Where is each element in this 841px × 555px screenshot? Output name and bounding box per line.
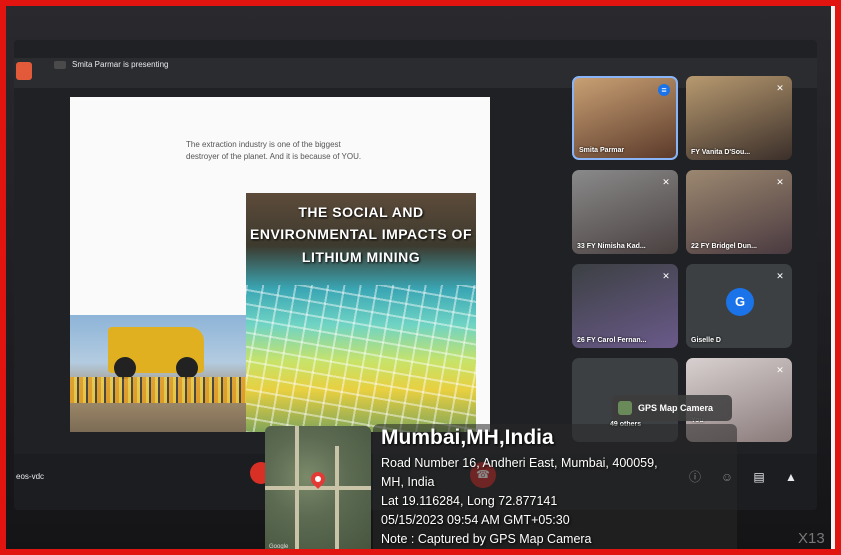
truck	[108, 327, 204, 379]
gps-camera-badge: GPS Map Camera	[612, 395, 732, 421]
mic-off-icon: ✕	[776, 365, 784, 375]
slide-text: The extraction industry is one of the bi…	[186, 140, 362, 161]
participant-name: FY Vanita D'Sou...	[691, 149, 751, 156]
participant-tile[interactable]: ✕ 33 FY Nimisha Kad...	[572, 170, 678, 254]
gps-overlay: Google Mumbai,MH,India Road Number 16, A…	[265, 424, 737, 555]
participant-tile[interactable]: ✕ 26 FY Carol Fernan...	[572, 264, 678, 348]
lithium-poster: THE SOCIAL AND ENVIRONMENTAL IMPACTS OF …	[246, 193, 476, 432]
gps-badge-text: GPS Map Camera	[638, 403, 714, 413]
screen-icon	[54, 60, 66, 69]
chat-icon[interactable]: ▤	[750, 468, 768, 486]
participant-name: 22 FY Bridgel Dun...	[691, 243, 757, 250]
datetime: 05/15/2023 09:54 AM GMT+05:30	[381, 513, 570, 527]
participant-tile[interactable]: ✕ G Giselle D	[686, 264, 792, 348]
speaking-icon: ≡	[658, 84, 670, 96]
presenting-text: Smita Parmar is presenting	[72, 60, 169, 69]
poster-title: THE SOCIAL AND ENVIRONMENTAL IMPACTS OF …	[250, 201, 472, 268]
address-line: Road Number 16, Andheri East, Mumbai, 40…	[381, 456, 658, 470]
presenting-banner: Smita Parmar is presenting	[54, 60, 168, 69]
participant-name: Smita Parmar	[579, 147, 625, 154]
wheel	[114, 357, 136, 379]
poster-title-line: THE SOCIAL AND	[298, 204, 424, 220]
mining-truck-image	[70, 315, 246, 432]
participant-tile[interactable]: ✕ FY Vanita D'Sou...	[686, 76, 792, 160]
poster-title-line: ENVIRONMENTAL IMPACTS OF	[250, 226, 472, 243]
poster-title-line: LITHIUM MINING	[301, 248, 421, 265]
gps-camera-logo-icon	[618, 401, 632, 415]
workers-crowd	[70, 377, 246, 403]
map-thumbnail: Google	[265, 426, 371, 554]
mic-off-icon: ✕	[776, 271, 784, 281]
capture-note: Note : Captured by GPS Map Camera	[381, 532, 592, 546]
participant-name: Giselle D	[691, 337, 721, 344]
avatar: G	[726, 288, 754, 316]
laptop-model-label: X13	[798, 530, 825, 547]
map-road	[295, 426, 299, 554]
mic-off-icon: ✕	[662, 271, 670, 281]
map-road	[335, 446, 339, 554]
map-attribution: Google	[269, 544, 289, 550]
coordinates: Lat 19.116284, Long 72.877141	[381, 494, 558, 508]
participant-tile[interactable]: ≡ Smita Parmar	[572, 76, 678, 160]
mic-off-icon: ✕	[776, 177, 784, 187]
mic-off-icon: ✕	[662, 177, 670, 187]
participant-tile[interactable]: ✕ 22 FY Bridgel Dun...	[686, 170, 792, 254]
meeting-code: eos-vdc	[16, 472, 45, 481]
present-icon[interactable]	[16, 62, 32, 80]
wheel	[176, 357, 198, 379]
shared-slide: The extraction industry is one of the bi…	[70, 97, 490, 432]
address-line: MH, India	[381, 475, 435, 489]
mic-off-icon: ✕	[776, 83, 784, 93]
participant-name: 33 FY Nimisha Kad...	[577, 243, 646, 250]
evaporation-ponds-image	[246, 285, 476, 432]
laptop-edge	[831, 0, 841, 555]
location-title: Mumbai,MH,India	[381, 426, 554, 449]
activities-icon[interactable]: ▲	[782, 468, 800, 486]
participant-name: 26 FY Carol Fernan...	[577, 337, 647, 344]
photo: Smita Parmar is presenting The extractio…	[0, 0, 841, 555]
